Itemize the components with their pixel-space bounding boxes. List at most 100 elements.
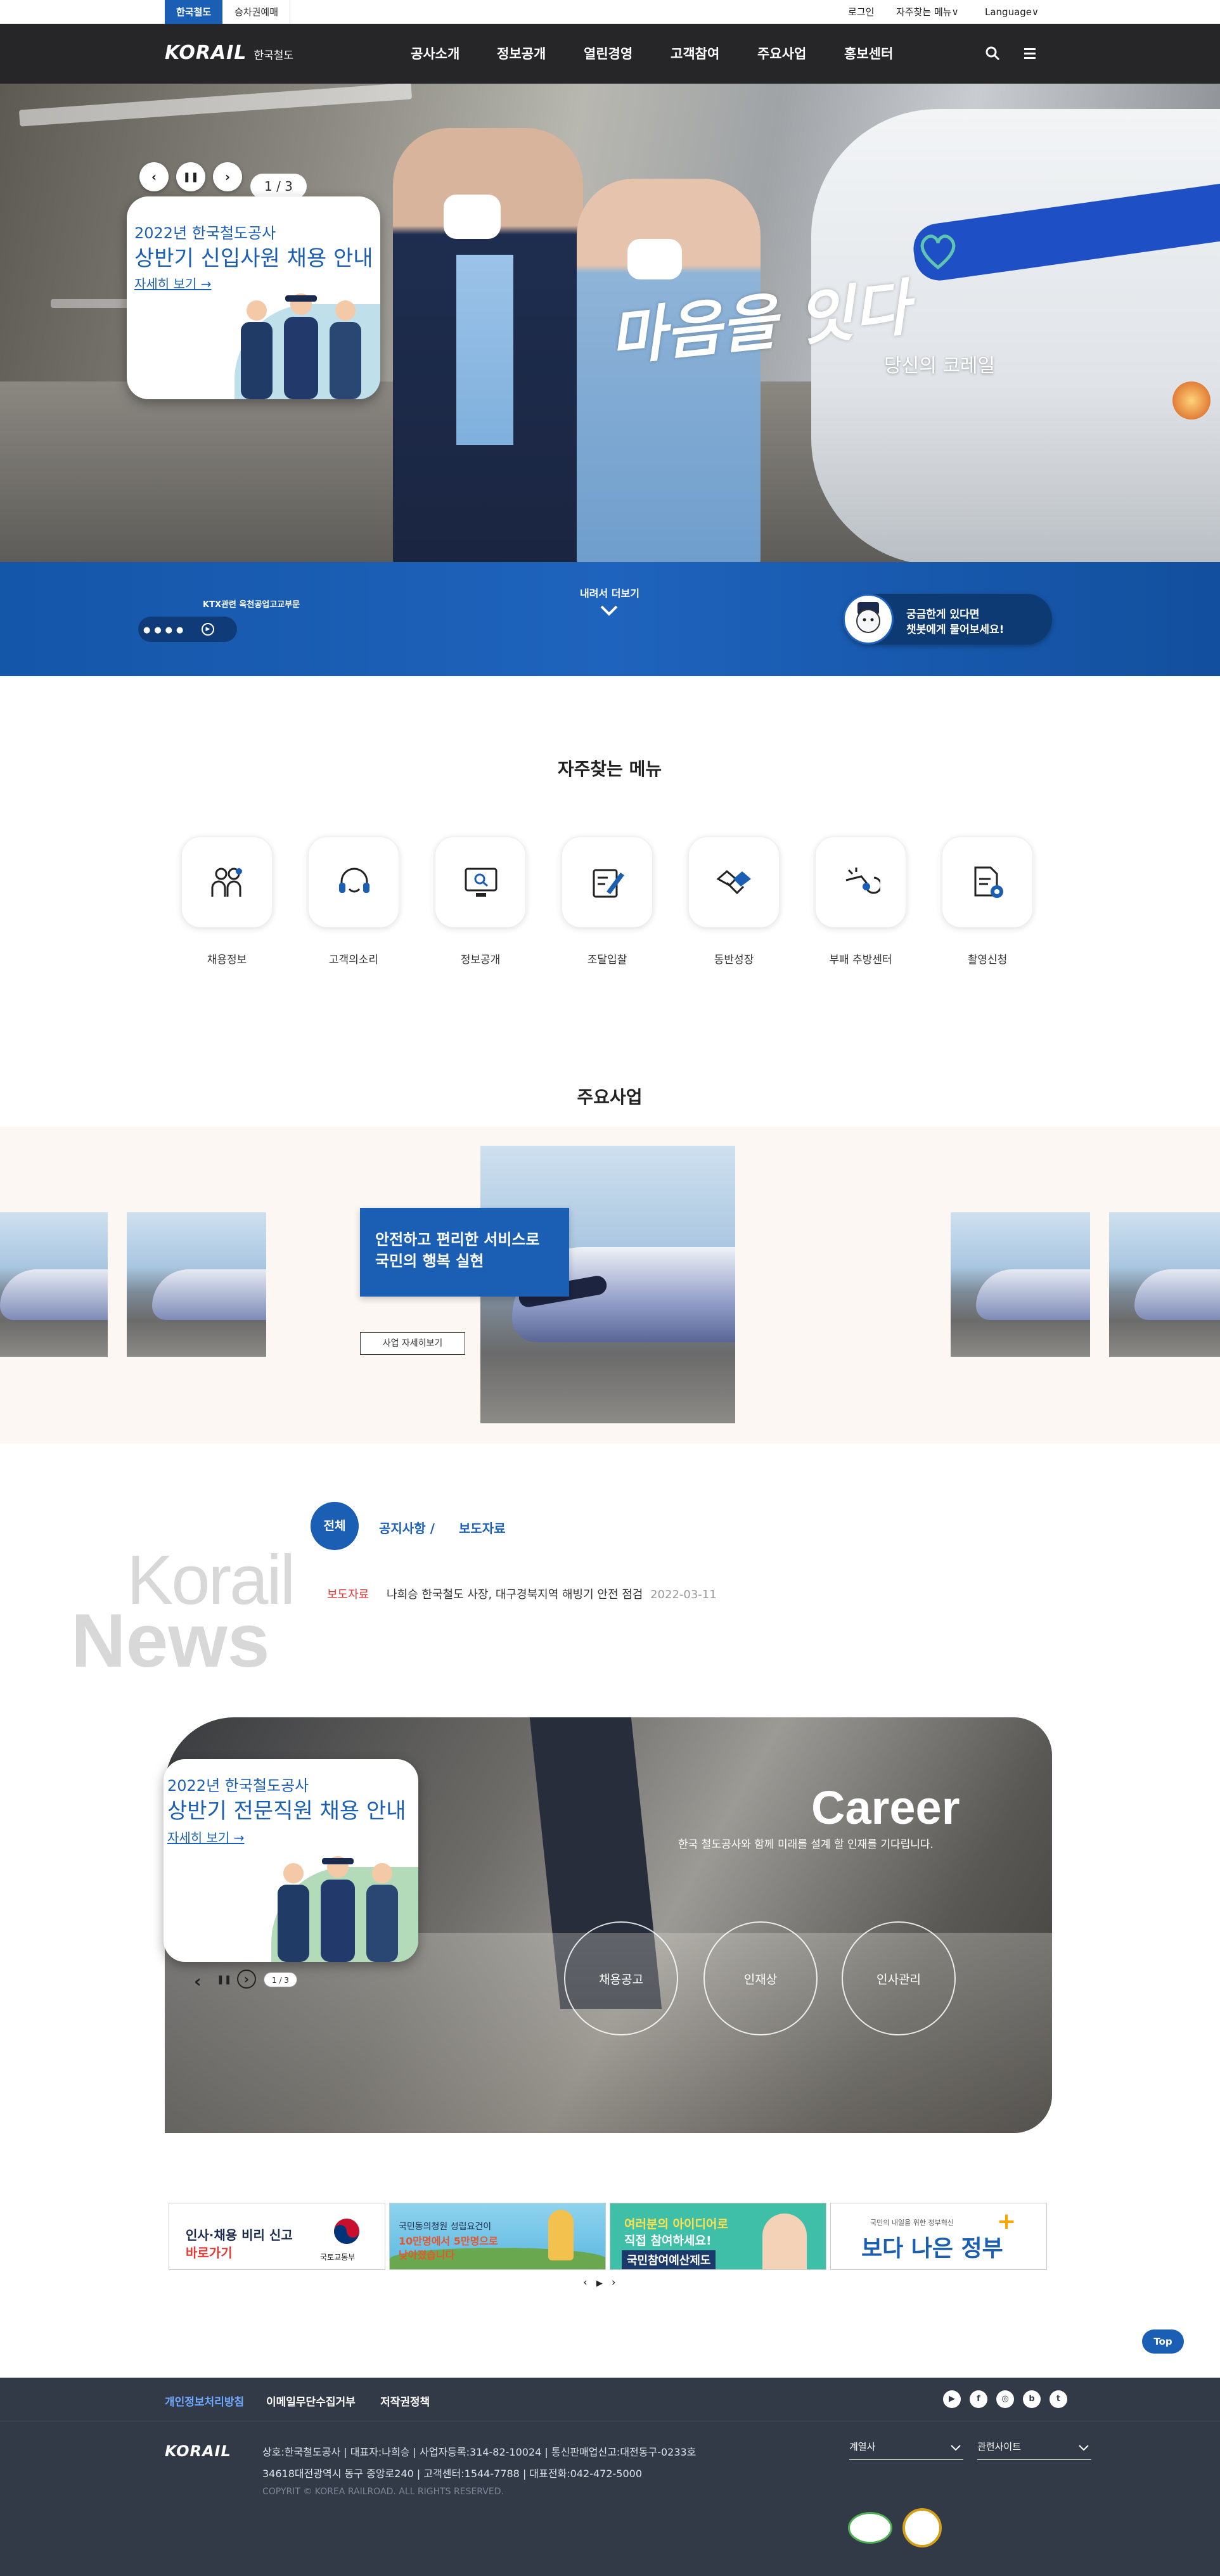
hamburger-menu-icon[interactable] <box>1024 47 1039 63</box>
login-link[interactable]: 로그인 <box>848 0 874 24</box>
menu-filming-request[interactable] <box>942 836 1033 928</box>
heart-icon <box>916 229 960 276</box>
business-slide-image[interactable] <box>1109 1212 1220 1357</box>
business-slide-image[interactable] <box>127 1212 266 1357</box>
people-icon <box>211 868 242 897</box>
banner-petition[interactable]: 국민동의청원 성립요건이 10만명에서 5만명으로 낮아졌습니다 <box>389 2203 606 2270</box>
chevron-down-icon <box>1079 2445 1089 2451</box>
business-slide-image[interactable] <box>951 1212 1090 1357</box>
nav-info[interactable]: 정보공개 <box>497 24 546 84</box>
news-title: 나희승 한국철도 사장, 대구경북지역 해빙기 안전 점검 <box>386 1588 643 1601</box>
nav-open-mgmt[interactable]: 열린경영 <box>584 24 632 84</box>
news-date: 2022-03-11 <box>650 1588 717 1601</box>
banner-text: 직접 참여하세요! <box>624 2234 712 2248</box>
footer-logo: KORAIL <box>165 2442 231 2460</box>
language-dropdown[interactable]: Language∨ <box>985 0 1039 24</box>
youtube-icon[interactable]: ▶ <box>943 2390 961 2408</box>
instagram-icon[interactable]: ◎ <box>996 2390 1014 2408</box>
scroll-more-label: 내려서 더보기 <box>580 587 639 599</box>
news-category: 보도자료 <box>327 1588 369 1601</box>
menu-label: 정보공개 <box>460 954 501 966</box>
banner-next-button[interactable]: › <box>612 2276 625 2289</box>
face-mask <box>444 195 501 239</box>
banner-recruit-report[interactable]: 인사·채용 비리 신고 바로가기 국토교통부 <box>169 2203 385 2270</box>
banner-text: 낮아졌습니다 <box>399 2249 455 2261</box>
menu-anti-corruption[interactable] <box>815 836 906 928</box>
popup-detail-link[interactable]: 자세히 보기 → <box>167 1828 244 1846</box>
news-bg-word-2: News <box>71 1598 270 1683</box>
nav-company[interactable]: 공사소개 <box>411 24 459 84</box>
news-tab-notice[interactable]: 공지사항 / <box>379 1518 435 1537</box>
prev-slide-button[interactable]: ‹ <box>139 162 169 191</box>
menu-recruit[interactable] <box>181 836 273 928</box>
related-sites-select-label: 관련사이트 <box>977 2441 1022 2452</box>
pause-button[interactable]: ❚❚ <box>176 162 205 191</box>
career-prev-button[interactable]: ‹ <box>194 1971 202 1992</box>
slide-page-indicator: 1 / 3 <box>250 174 307 199</box>
nav-customer[interactable]: 고객참여 <box>671 24 719 84</box>
menu-customer-voice[interactable] <box>308 836 399 928</box>
career-next-button[interactable]: › <box>237 1970 256 1989</box>
nav-pr[interactable]: 홍보센터 <box>844 24 893 84</box>
banner-budget[interactable]: 여러분의 아이디어로 직접 참여하세요! 국민참여예산제도 <box>610 2203 826 2270</box>
news-tab-press[interactable]: 보도자료 <box>459 1518 506 1537</box>
chevron-down-icon[interactable] <box>600 604 619 620</box>
news-item[interactable]: 보도자료 나희승 한국철도 사장, 대구경북지역 해빙기 안전 점검 2022-… <box>327 1586 717 1602</box>
banner-better-gov[interactable]: 국민의 내일을 위한 정부혁신 보다 나은 정부 + <box>830 2203 1047 2270</box>
korea-emblem-icon <box>333 2217 361 2248</box>
search-icon[interactable] <box>985 46 1001 65</box>
nav-business[interactable]: 주요사업 <box>757 24 806 84</box>
whistle-icon <box>845 868 880 894</box>
mini-slider-control[interactable]: ●●●● ▶ <box>138 617 237 642</box>
banner-prev-button[interactable]: ‹ <box>583 2276 596 2289</box>
career-talent-button[interactable]: 인재상 <box>703 1921 818 2035</box>
footer-privacy-link[interactable]: 개인정보처리방침 <box>165 2393 244 2409</box>
popup-detail-link[interactable]: 자세히 보기 → <box>134 274 211 292</box>
affiliate-select[interactable]: 계열사 <box>849 2436 963 2460</box>
career-popup-card[interactable]: 2022년 한국철도공사 상반기 전문직원 채용 안내 자세히 보기 → <box>164 1759 418 1962</box>
scroll-top-button[interactable]: Top <box>1142 2329 1184 2354</box>
banner-org: 국토교통부 <box>320 2253 356 2262</box>
ceiling-light <box>18 84 413 127</box>
play-icon[interactable]: ▶ <box>202 623 214 636</box>
banner-text: 국민참여예산제도 <box>622 2250 716 2269</box>
tab-ticket[interactable]: 승차권예매 <box>223 0 291 24</box>
banner-figure <box>762 2214 807 2269</box>
footer-email-link[interactable]: 이메일무단수집거부 <box>266 2393 356 2409</box>
footer-copyright-link[interactable]: 저작권정책 <box>380 2393 430 2409</box>
facebook-icon[interactable]: f <box>970 2390 987 2408</box>
main-header: KORAIL 한국철도 공사소개 정보공개 열린경영 고객참여 주요사업 홍보센… <box>0 24 1220 84</box>
news-tab-all[interactable]: 전체 <box>311 1502 359 1550</box>
plus-icon: + <box>997 2208 1017 2234</box>
chatbot-button[interactable]: 궁금한게 있다면 챗봇에게 물어보세요! <box>843 594 1052 644</box>
site-logo[interactable]: KORAIL 한국철도 <box>165 42 293 64</box>
twitter-icon[interactable]: t <box>1050 2390 1067 2408</box>
next-slide-button[interactable]: › <box>213 162 242 191</box>
career-pause-button[interactable]: ❚❚ <box>217 1975 231 1985</box>
tab-korail[interactable]: 한국철도 <box>165 0 223 24</box>
career-job-posting-button[interactable]: 채용공고 <box>564 1921 678 2035</box>
chatbot-line1: 궁금한게 있다면 <box>906 608 980 621</box>
business-slide-image[interactable] <box>0 1212 108 1357</box>
recruit-popup-card[interactable]: 2022년 한국철도공사 상반기 신입사원 채용 안내 자세히 보기 → <box>127 196 380 399</box>
freq-menu-dropdown[interactable]: 자주찾는 메뉴∨ <box>896 0 959 24</box>
popup-title: 상반기 신입사원 채용 안내 <box>134 246 373 271</box>
menu-label: 고객의소리 <box>328 954 379 966</box>
related-sites-select[interactable]: 관련사이트 <box>977 2436 1091 2460</box>
site-footer: 개인정보처리방침 이메일무단수집거부 저작권정책 ▶ f ◎ b t KORAI… <box>0 2378 1220 2576</box>
menu-shared-growth[interactable] <box>688 836 780 928</box>
document-pen-icon <box>593 869 624 898</box>
menu-info-open[interactable] <box>435 836 526 928</box>
staff-illustration <box>222 285 380 399</box>
banner-play-button[interactable]: ▶ <box>596 2279 612 2288</box>
menu-procurement[interactable] <box>562 836 653 928</box>
chatbot-line2: 챗봇에게 물어보세요! <box>906 624 1005 636</box>
business-detail-button[interactable]: 사업 자세히보기 <box>360 1332 465 1355</box>
popup-subtitle: 2022년 한국철도공사 <box>134 224 276 242</box>
popup-subtitle: 2022년 한국철도공사 <box>167 1777 309 1795</box>
banner-text: 보다 나은 정부 <box>861 2236 1003 2262</box>
career-hr-button[interactable]: 인사관리 <box>842 1921 956 2035</box>
blog-icon[interactable]: b <box>1023 2390 1041 2408</box>
chatbot-avatar-icon <box>843 594 894 644</box>
banner-text: 인사·채용 비리 신고 <box>186 2227 293 2243</box>
